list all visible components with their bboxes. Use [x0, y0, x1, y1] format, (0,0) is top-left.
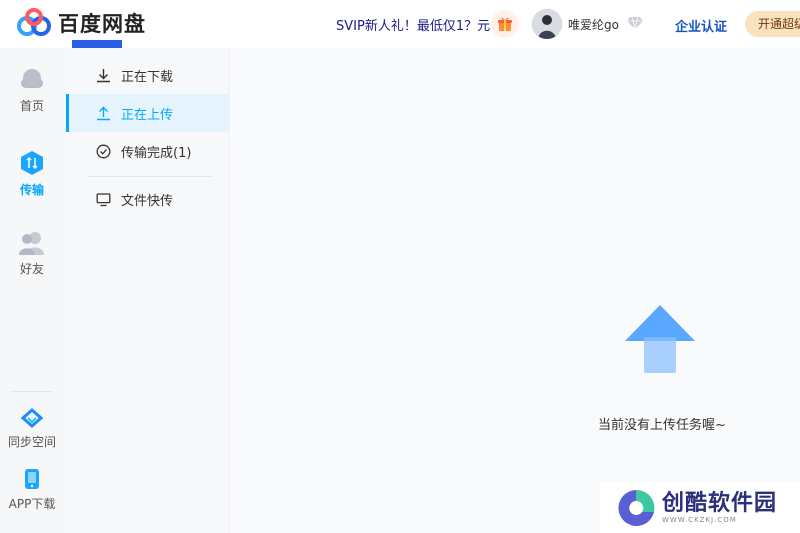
brand-name: 百度网盘 [58, 12, 146, 36]
download-icon [97, 68, 110, 82]
rail-label-transfer: 传输 [19, 183, 44, 197]
submenu-label-downloading: 正在下载 [121, 69, 174, 85]
rail-item-transfer[interactable]: 传输 [0, 150, 64, 198]
upload-icon [97, 106, 110, 120]
friends-icon [19, 232, 44, 255]
sync-icon [21, 408, 43, 428]
gift-icon [498, 17, 512, 31]
avatar-icon [532, 9, 562, 39]
rail-label-sync: 同步空间 [7, 435, 56, 449]
submenu-label-completed: 传输完成(1) [121, 145, 192, 161]
cloud-icon [21, 69, 43, 88]
username[interactable]: 唯爱纶go [568, 16, 619, 33]
gift-button[interactable] [491, 10, 519, 38]
rail-label-home: 首页 [19, 99, 44, 113]
rail-label-app-download: APP下载 [8, 497, 56, 511]
rail-item-sync[interactable]: 同步空间 [0, 408, 64, 450]
submenu-divider [88, 176, 212, 177]
transfer-icon [21, 151, 43, 175]
rail-item-app-download[interactable]: APP下载 [0, 468, 64, 512]
open-svip-button[interactable]: 开通超级 [745, 11, 800, 37]
watermark-title: 创酷软件园 [662, 490, 778, 516]
submenu-label-uploading: 正在上传 [121, 107, 174, 123]
watermark-text: 创酷软件园 WWW.CKZKJ.COM [662, 490, 778, 524]
submenu-item-completed[interactable]: 传输完成(1) [66, 132, 230, 170]
rail-label-friends: 好友 [19, 262, 44, 276]
svip-promo-link[interactable]: SVIP新人礼！最低仅1？元 [336, 15, 490, 34]
vip-diamond-icon[interactable] [627, 16, 643, 30]
transfer-submenu: 正在下载 正在上传 传输完成(1) 文件快传 [64, 40, 230, 533]
watermark-logo-icon [618, 489, 655, 526]
monitor-icon [96, 192, 111, 206]
rail-divider [10, 391, 52, 392]
check-circle-icon [96, 144, 111, 158]
submenu-item-downloading[interactable]: 正在下载 [66, 56, 230, 94]
rail-item-friends[interactable]: 好友 [0, 231, 64, 277]
submenu-top-indicator [72, 40, 122, 48]
phone-icon [25, 469, 39, 489]
watermark-url: WWW.CKZKJ.COM [662, 515, 737, 524]
empty-upload-illustration-icon [625, 305, 695, 373]
enterprise-auth-link[interactable]: 企业认证 [675, 16, 727, 35]
site-watermark: 创酷软件园 WWW.CKZKJ.COM [600, 482, 800, 533]
submenu-item-quick-transfer[interactable]: 文件快传 [66, 180, 230, 218]
user-avatar[interactable] [532, 9, 562, 39]
rail-item-home[interactable]: 首页 [0, 68, 64, 114]
baidu-netdisk-logo-icon [17, 8, 51, 36]
left-rail: 首页 传输 好友 同步空间 APP下载 [0, 48, 64, 533]
submenu-label-quick-transfer: 文件快传 [121, 193, 174, 209]
brand-logo[interactable]: 百度网盘 [16, 8, 146, 38]
submenu-item-uploading[interactable]: 正在上传 [66, 94, 230, 132]
empty-state-text: 当前没有上传任务喔~ [598, 418, 726, 433]
main-content: 当前没有上传任务喔~ [231, 48, 800, 533]
